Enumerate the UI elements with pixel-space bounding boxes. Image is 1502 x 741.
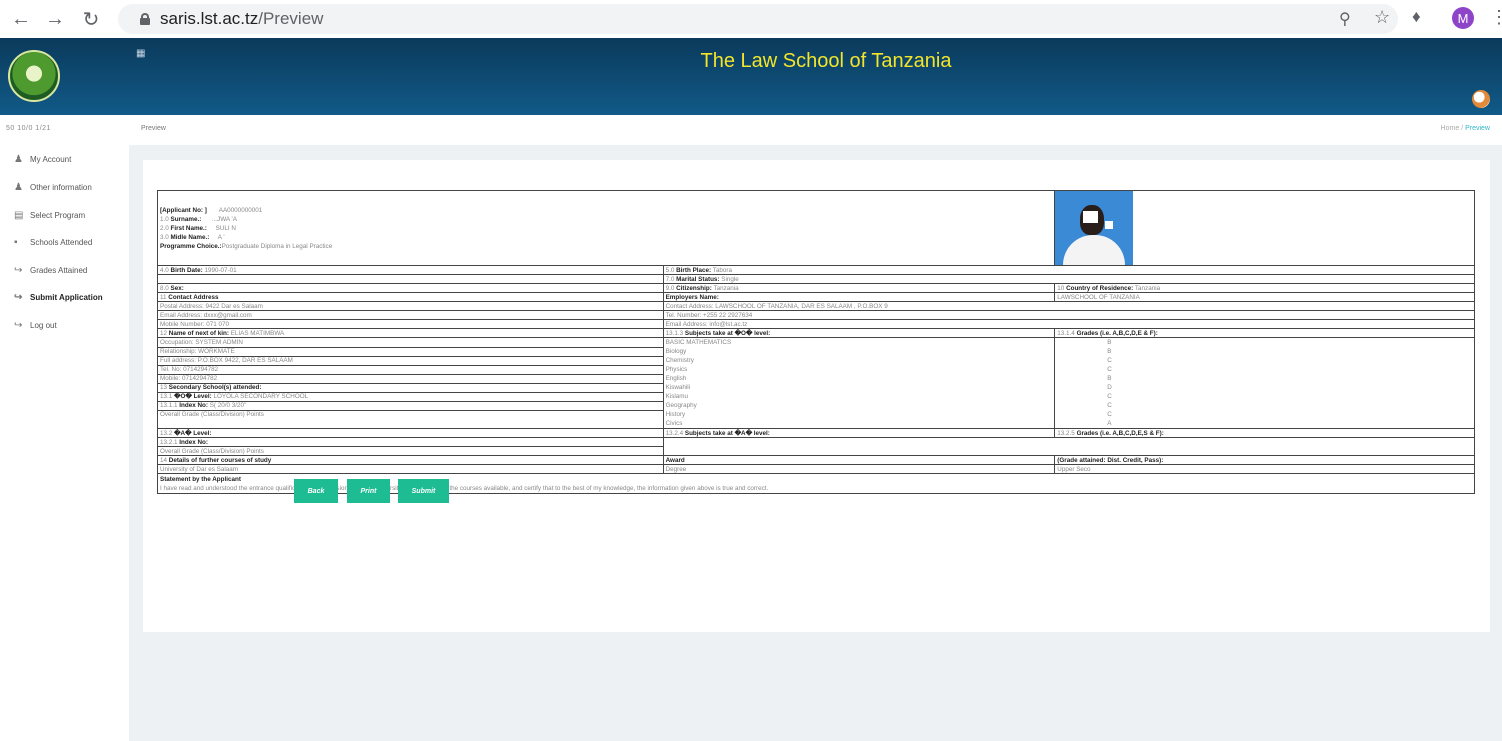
list-icon: ▤ [14, 210, 24, 221]
page-title: Preview [141, 125, 166, 132]
print-button[interactable]: Print [347, 479, 390, 503]
user-icon: ♟ [14, 154, 23, 165]
breadcrumb: Home / Preview [1441, 125, 1490, 132]
main-content: Preview Home / Preview [Applicant No: ] … [129, 115, 1502, 741]
login-icon: ↪ [14, 292, 23, 303]
sidebar-item-label: Select Program [30, 211, 86, 220]
page-title-bar: Preview Home / Preview [129, 115, 1502, 145]
preview-card: [Applicant No: ] AA0000000001 1.0 Surnam… [143, 160, 1490, 632]
back-arrow-icon[interactable]: ← [8, 6, 34, 32]
browser-menu-icon[interactable]: ⋮ [1490, 7, 1502, 28]
reload-icon[interactable]: ↻ [78, 6, 104, 32]
breadcrumb-home[interactable]: Home [1441, 125, 1460, 132]
breadcrumb-current: Preview [1465, 125, 1490, 132]
user-icon: ♟ [14, 182, 23, 193]
sidebar-item-select-program[interactable]: ▤ Select Program [14, 210, 85, 221]
sidebar: 50 10/0 1/21 ♟ My Account ♟ Other informat… [0, 115, 129, 741]
sidebar-item-label: Other information [30, 183, 92, 192]
sidebar-item-label: Schools Attended [30, 238, 93, 247]
browser-toolbar: ← → ↻ saris.lst.ac.tz/Preview ⚲ ☆ ♦ M ⋮ [0, 0, 1502, 38]
login-icon: ↪ [14, 320, 23, 331]
photo-cell [1054, 190, 1475, 266]
lock-icon [140, 13, 150, 25]
login-icon: ↪ [14, 265, 23, 276]
profile-avatar[interactable]: M [1452, 7, 1474, 29]
submit-button[interactable]: Submit [398, 479, 449, 503]
sidebar-meta: 50 10/0 1/21 [6, 125, 51, 132]
zoom-icon[interactable]: ⚲ [1339, 9, 1351, 29]
sidebar-item-label: Log out [30, 321, 57, 330]
app-header: ▦ The Law School of Tanzania [0, 38, 1502, 115]
breadcrumb-separator: / [1461, 125, 1464, 132]
sidebar-item-label: Grades Attained [30, 266, 88, 275]
sidebar-item-label: My Account [30, 155, 72, 164]
sidebar-item-my-account[interactable]: ♟ My Account [14, 154, 71, 165]
sidebar-item-label: Submit Application [30, 293, 103, 302]
square-icon: ▪ [14, 237, 18, 248]
address-bar[interactable]: saris.lst.ac.tz/Preview [118, 4, 1398, 34]
back-button[interactable]: Back [294, 479, 338, 503]
applicant-photo [1055, 191, 1134, 265]
extensions-puzzle-icon[interactable]: ♦ [1412, 7, 1421, 27]
application-preview-table: [Applicant No: ] AA0000000001 1.0 Surnam… [156, 190, 1476, 494]
sidebar-item-log-out[interactable]: ↪ Log out [14, 320, 57, 331]
url-text: saris.lst.ac.tz/Preview [160, 9, 324, 28]
bookmark-star-icon[interactable]: ☆ [1374, 7, 1390, 28]
forward-arrow-icon[interactable]: → [42, 6, 68, 32]
site-title: The Law School of Tanzania [700, 50, 952, 72]
applicant-header-cell: [Applicant No: ] AA0000000001 1.0 Surnam… [156, 190, 1056, 266]
sidebar-item-grades-attained[interactable]: ↪ Grades Attained [14, 265, 87, 276]
sidebar-item-submit-application[interactable]: ↪ Submit Application [14, 292, 103, 303]
sidebar-item-schools-attended[interactable]: ▪ Schools Attended [14, 237, 92, 248]
user-avatar[interactable] [1472, 90, 1490, 108]
sidebar-item-other-information[interactable]: ♟ Other information [14, 182, 92, 193]
